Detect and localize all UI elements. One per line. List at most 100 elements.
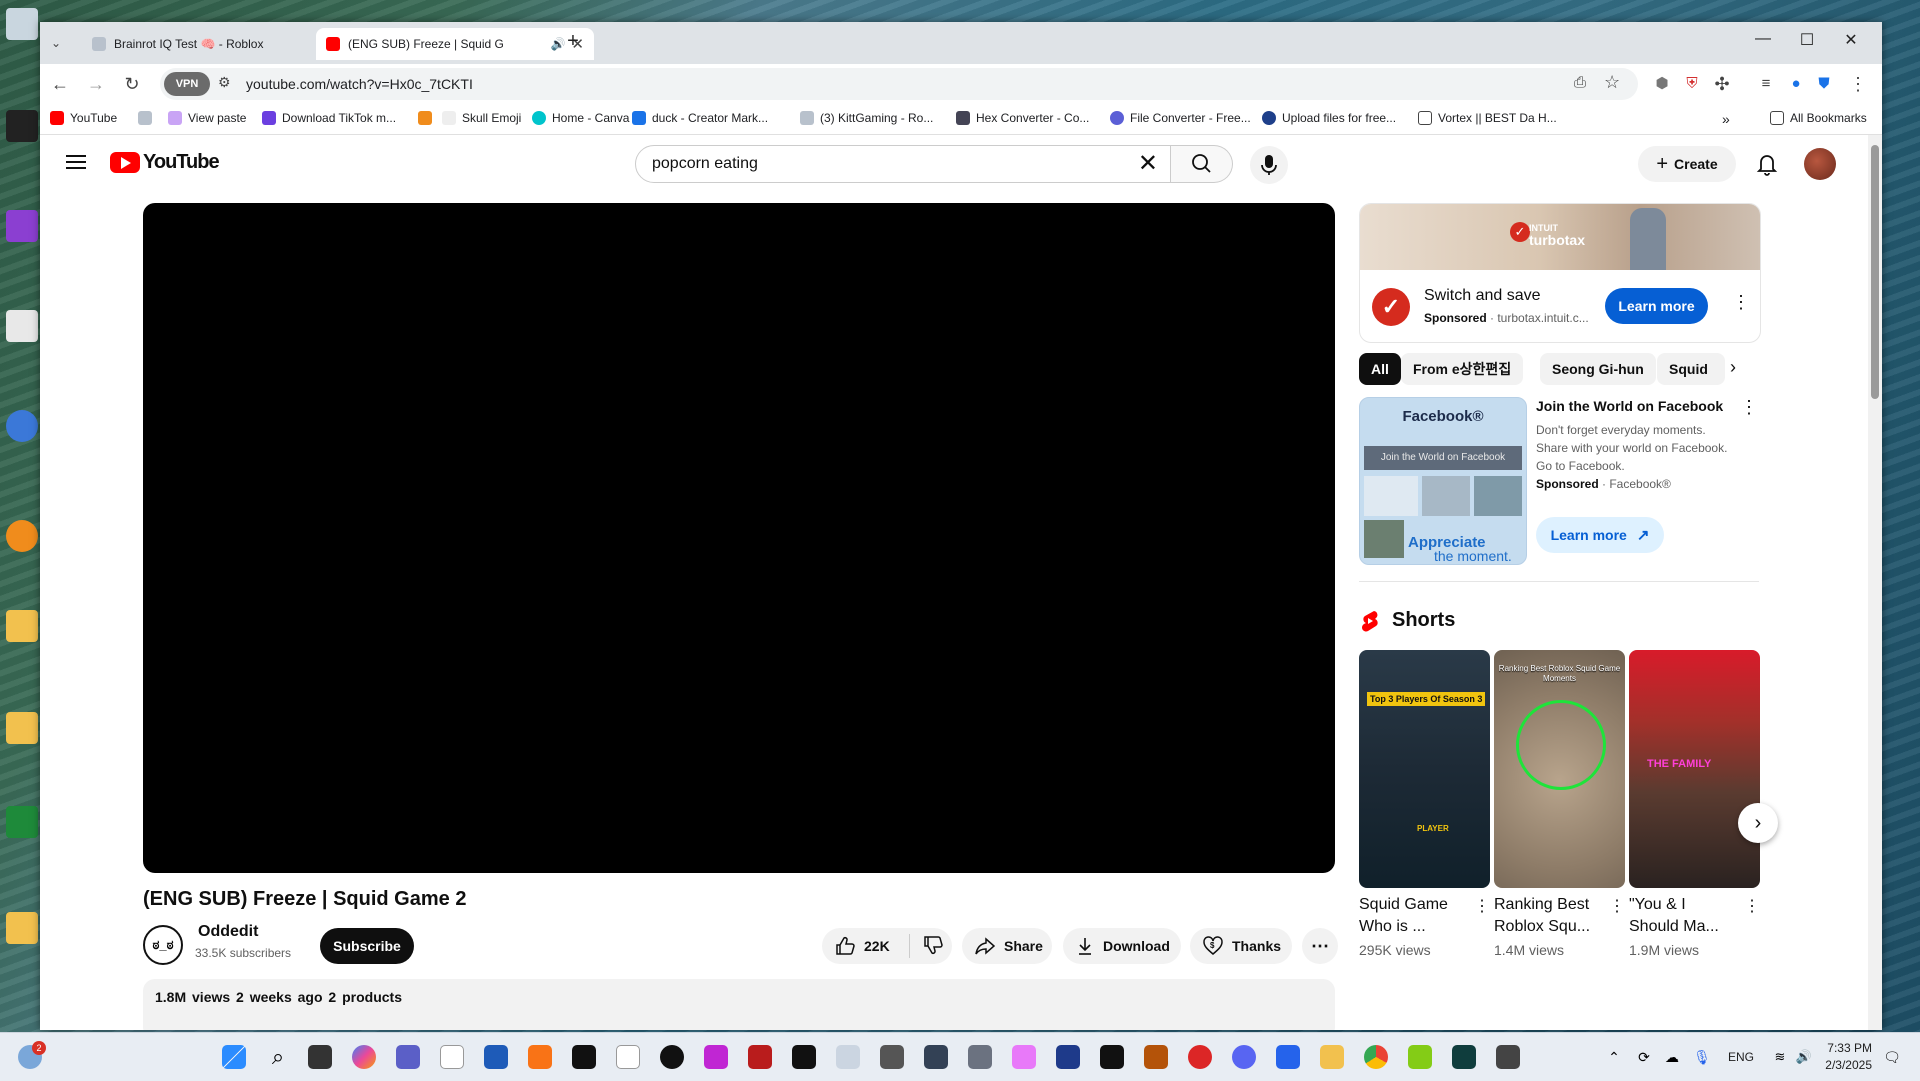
back-icon[interactable]: ← xyxy=(48,72,72,96)
desktop-icon-blender[interactable] xyxy=(4,520,40,554)
meta-icon[interactable] xyxy=(792,1045,816,1069)
wifi-icon[interactable]: ≋ xyxy=(1768,1045,1792,1069)
shield-extension-icon[interactable]: ⛊ xyxy=(1812,72,1836,96)
account-avatar[interactable] xyxy=(1804,148,1836,180)
desktop-icon-solara[interactable] xyxy=(4,912,40,946)
chrome-icon[interactable] xyxy=(1364,1045,1388,1069)
short-more-options-icon[interactable]: ⋮ xyxy=(1474,896,1490,916)
system-clock[interactable]: 7:33 PM 2/3/2025 xyxy=(1812,1040,1872,1074)
photos-icon[interactable] xyxy=(836,1045,860,1069)
short-more-options-icon[interactable]: ⋮ xyxy=(1744,896,1760,916)
close-window-button[interactable]: ✕ xyxy=(1836,30,1866,50)
bookmark-upload-files[interactable]: Upload files for free... xyxy=(1262,111,1396,125)
store-icon[interactable] xyxy=(484,1045,508,1069)
fb-ad-learn-more-button[interactable]: Learn more ↗ xyxy=(1536,517,1664,553)
shield-app-icon[interactable] xyxy=(1100,1045,1124,1069)
profile-icon[interactable]: ● xyxy=(1784,72,1808,96)
ad-title[interactable]: Switch and save xyxy=(1424,287,1541,305)
desktop-icon-recycle-bin[interactable] xyxy=(4,8,40,42)
bookmark-creator-market[interactable]: duck - Creator Mark... xyxy=(632,111,768,125)
extension-icon[interactable]: ⬢ xyxy=(1650,72,1674,96)
ghost-app-icon[interactable] xyxy=(968,1045,992,1069)
short-title[interactable]: Squid Game Who is ... xyxy=(1359,894,1469,938)
voice-search-button[interactable] xyxy=(1250,146,1288,184)
onedrive-icon[interactable]: ☁ xyxy=(1660,1045,1684,1069)
bookmark-youtube[interactable]: YouTube xyxy=(50,111,117,125)
page-scrollbar[interactable] xyxy=(1868,135,1882,1030)
maximize-button[interactable]: ☐ xyxy=(1792,30,1822,50)
desktop-icon-app[interactable] xyxy=(4,110,40,144)
sponsored-ad-card[interactable]: ✓ INTUIT turbotax ✓ Switch and save Spons… xyxy=(1359,203,1761,343)
all-bookmarks-button[interactable]: All Bookmarks xyxy=(1770,111,1867,125)
bookmark-generic[interactable] xyxy=(138,111,158,125)
fb-ad-title[interactable]: Join the World on Facebook xyxy=(1536,398,1723,414)
desktop-icon-new-folder[interactable] xyxy=(4,712,40,746)
sync-icon[interactable]: ⟳ xyxy=(1632,1045,1656,1069)
scrollbar-thumb[interactable] xyxy=(1871,145,1879,399)
short-more-options-icon[interactable]: ⋮ xyxy=(1609,896,1625,916)
youtube-logo[interactable]: YouTube xyxy=(110,151,220,174)
ad-banner-image[interactable]: ✓ INTUIT turbotax xyxy=(1360,204,1760,270)
microphone-icon[interactable]: 🎙 xyxy=(1690,1045,1714,1069)
short-thumbnail[interactable]: THE FAMILY xyxy=(1629,650,1760,888)
video-player[interactable] xyxy=(143,203,1335,873)
short-title[interactable]: Ranking Best Roblox Squ... xyxy=(1494,894,1604,938)
channel-avatar[interactable]: ಠ_ಠ xyxy=(143,925,183,965)
bookmark-kittgaming[interactable]: (3) KittGaming - Ro... xyxy=(800,111,933,125)
notifications-bell-icon[interactable] xyxy=(1752,149,1782,179)
bookmark-file-converter[interactable]: File Converter - Free... xyxy=(1110,111,1251,125)
new-tab-button[interactable]: + xyxy=(558,30,588,53)
short-card[interactable]: Ranking Best Roblox Squid Game Moments R… xyxy=(1494,650,1625,958)
tiktok-icon[interactable] xyxy=(660,1045,684,1069)
desktop-icon-folder[interactable] xyxy=(4,610,40,644)
notification-center-icon[interactable]: 🗨 xyxy=(1880,1045,1904,1069)
subscribe-button[interactable]: Subscribe xyxy=(320,928,414,964)
clear-search-icon[interactable]: ✕ xyxy=(1138,152,1158,176)
desktop-icon-avg-browser[interactable] xyxy=(4,410,40,444)
channel-name[interactable]: Oddedit xyxy=(198,923,258,941)
tab-search-chevron-icon[interactable]: ⌄ xyxy=(46,31,66,55)
app-pink-icon[interactable] xyxy=(704,1045,728,1069)
like-button[interactable]: 22K xyxy=(822,934,910,958)
bookmark-hex-converter[interactable]: Hex Converter - Co... xyxy=(956,111,1089,125)
tab-youtube-active[interactable]: (ENG SUB) Freeze | Squid G 🔊 ✕ xyxy=(316,28,594,60)
terminal-app-icon[interactable] xyxy=(1452,1045,1476,1069)
site-settings-icon[interactable]: ⚙ xyxy=(218,74,231,91)
file-icon[interactable] xyxy=(440,1045,464,1069)
file-explorer-icon[interactable] xyxy=(1320,1045,1344,1069)
chip-squid[interactable]: Squid xyxy=(1657,353,1725,385)
thanks-button[interactable]: $ Thanks xyxy=(1190,928,1292,964)
heart-app-icon[interactable] xyxy=(1188,1045,1212,1069)
leaf-app-icon[interactable] xyxy=(1408,1045,1432,1069)
vscode-icon[interactable] xyxy=(924,1045,948,1069)
reload-icon[interactable]: ↻ xyxy=(120,72,144,96)
notepad-icon[interactable] xyxy=(1276,1045,1300,1069)
bookmark-skull-emoji[interactable]: Skull Emoji xyxy=(442,111,521,125)
search-button[interactable] xyxy=(1171,145,1233,183)
download-button[interactable]: Download xyxy=(1063,928,1181,964)
desktop-icon-bloxstrap[interactable] xyxy=(4,210,40,244)
chip-next-arrow-icon[interactable]: › xyxy=(1730,357,1736,378)
more-actions-button[interactable]: ⋯ xyxy=(1302,928,1338,964)
forward-icon[interactable]: → xyxy=(84,72,108,96)
game-app-icon[interactable] xyxy=(1144,1045,1168,1069)
character-app-icon[interactable] xyxy=(1012,1045,1036,1069)
search-box[interactable]: popcorn eating ✕ xyxy=(635,145,1171,183)
adblock-extension-icon[interactable]: ⛨ xyxy=(1680,72,1704,96)
short-card[interactable]: THE FAMILY "You & I Should Ma... 1.9M vi… xyxy=(1629,650,1760,958)
bookmark-generic-2[interactable] xyxy=(418,111,438,125)
search-icon[interactable]: ⌕ xyxy=(266,1045,290,1069)
chip-seong-gi-hun[interactable]: Seong Gi-hun xyxy=(1540,353,1656,385)
teams-icon[interactable] xyxy=(396,1045,420,1069)
create-button[interactable]: + Create xyxy=(1638,146,1736,182)
epic-games-icon[interactable] xyxy=(572,1045,596,1069)
media-control-icon[interactable]: ≡ xyxy=(1754,72,1778,96)
unity-icon[interactable] xyxy=(880,1045,904,1069)
hamburger-menu-icon[interactable] xyxy=(64,151,88,175)
steam-icon[interactable] xyxy=(1056,1045,1080,1069)
start-windows-icon[interactable] xyxy=(222,1045,246,1069)
shorts-next-arrow-icon[interactable]: › xyxy=(1738,803,1778,843)
extensions-puzzle-icon[interactable]: ✣ xyxy=(1710,72,1734,96)
short-thumbnail[interactable]: Top 3 Players Of Season 3 PLAYER xyxy=(1359,650,1490,888)
tab-roblox[interactable]: Brainrot IQ Test 🧠 - Roblox ✕ xyxy=(82,28,348,60)
